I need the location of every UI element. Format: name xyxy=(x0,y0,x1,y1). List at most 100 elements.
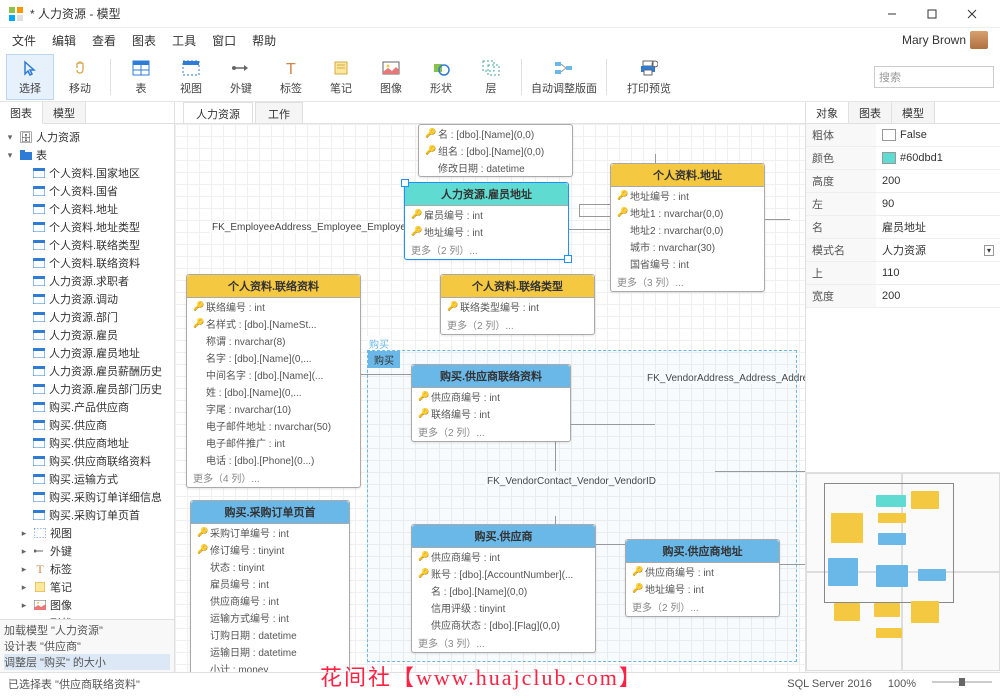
entity-vendor[interactable]: 购买.供应商🔑供应商编号 : int🔑账号 : [dbo].[AccountNu… xyxy=(411,524,596,653)
tree-label[interactable]: ▸T标签 xyxy=(0,560,174,578)
tree-table-item[interactable]: 人力资源.雇员部门历史 xyxy=(0,380,174,398)
tool-select[interactable]: 选择 xyxy=(6,54,54,100)
tree-table-item[interactable]: 购买.采购订单页首 xyxy=(0,506,174,524)
tree-table-item[interactable]: 个人资料.地址类型 xyxy=(0,218,174,236)
tree-table-item[interactable]: 购买.产品供应商 xyxy=(0,398,174,416)
tool-fk[interactable]: 外键 xyxy=(217,54,265,100)
property-value[interactable]: #60dbd1 xyxy=(876,147,1000,169)
entity-contact[interactable]: 个人资料.联络资料🔑联络编号 : int🔑名样式 : [dbo].[NameSt… xyxy=(186,274,361,488)
tree-table-item[interactable]: 个人资料.地址 xyxy=(0,200,174,218)
entity-more[interactable]: 更多（3 列）... xyxy=(611,272,764,291)
property-value[interactable]: False xyxy=(876,124,1000,146)
tool-image[interactable]: 图像 xyxy=(367,54,415,100)
canvas-tab-hr[interactable]: 人力资源 xyxy=(183,102,253,123)
entity-more[interactable]: 更多（2 列）... xyxy=(405,240,568,259)
rpanel-tab-model[interactable]: 模型 xyxy=(892,102,935,123)
tree-table-item[interactable]: 购买.采购订单详细信息 xyxy=(0,488,174,506)
menu-help[interactable]: 帮助 xyxy=(244,29,284,52)
tool-move[interactable]: 移动 xyxy=(56,54,104,100)
entity-column: 电话 : [dbo].[Phone](0...) xyxy=(187,451,360,468)
property-value[interactable]: 雇员地址 xyxy=(876,216,1000,238)
entity-more[interactable]: 更多（2 列）... xyxy=(412,422,570,441)
close-button[interactable] xyxy=(952,0,992,28)
tree-table-item[interactable]: 人力资源.部门 xyxy=(0,308,174,326)
tool-shape[interactable]: 形状 xyxy=(417,54,465,100)
entity-employee-address[interactable]: 人力资源.雇员地址🔑雇员编号 : int🔑地址编号 : int更多（2 列）..… xyxy=(404,182,569,260)
property-value[interactable]: 90 xyxy=(876,193,1000,215)
menu-file[interactable]: 文件 xyxy=(4,29,44,52)
property-row[interactable]: 高度200 xyxy=(806,170,1000,193)
tree-note[interactable]: ▸笔记 xyxy=(0,578,174,596)
entity-contact-type[interactable]: 个人资料.联络类型🔑联络类型编号 : int更多（2 列）... xyxy=(440,274,595,335)
property-row[interactable]: 名雇员地址 xyxy=(806,216,1000,239)
tree-table-item[interactable]: 人力资源.求职者 xyxy=(0,272,174,290)
tree-table-item[interactable]: 个人资料.联络资料 xyxy=(0,254,174,272)
tree-view[interactable]: ▸视图 xyxy=(0,524,174,542)
rpanel-tab-object[interactable]: 对象 xyxy=(806,102,849,123)
sidebar-tab-model[interactable]: 模型 xyxy=(43,102,86,123)
tool-print-preview[interactable]: 打印预览 xyxy=(613,54,685,100)
label-icon: T xyxy=(33,563,47,575)
tree[interactable]: ▾🗄人力资源 ▾表 个人资料.国家地区个人资料.国省个人资料.地址个人资料.地址… xyxy=(0,124,174,619)
titlebar: * 人力资源 - 模型 xyxy=(0,0,1000,28)
tree-table-item[interactable]: 个人资料.联络类型 xyxy=(0,236,174,254)
minimap[interactable] xyxy=(806,472,1000,672)
entity-address[interactable]: 个人资料.地址🔑地址编号 : int🔑地址1 : nvarchar(0,0)地址… xyxy=(610,163,765,292)
property-value[interactable]: 110 xyxy=(876,262,1000,284)
entity-po-header[interactable]: 购买.采购订单页首🔑采购订单编号 : int🔑修订编号 : tinyint状态 … xyxy=(190,500,350,672)
property-row[interactable]: 上110 xyxy=(806,262,1000,285)
tree-table-item[interactable]: 人力资源.雇员薪酬历史 xyxy=(0,362,174,380)
property-row[interactable]: 粗体False xyxy=(806,124,1000,147)
entity-column: 🔑地址编号 : int xyxy=(626,580,779,597)
canvas[interactable]: FK_EmployeeAddress_Employee_EmployeeID 购… xyxy=(175,124,805,672)
menu-tools[interactable]: 工具 xyxy=(164,29,204,52)
property-row[interactable]: 左90 xyxy=(806,193,1000,216)
property-row[interactable]: 模式名人力资源▾ xyxy=(806,239,1000,262)
tool-view[interactable]: 视图 xyxy=(167,54,215,100)
tree-table-item[interactable]: 购买.供应商联络资料 xyxy=(0,452,174,470)
tree-fk[interactable]: ▸外键 xyxy=(0,542,174,560)
tree-table-item[interactable]: 购买.运输方式 xyxy=(0,470,174,488)
property-value[interactable]: 人力资源▾ xyxy=(876,239,1000,261)
canvas-tab-work[interactable]: 工作 xyxy=(255,102,303,123)
sidebar-tab-diagram[interactable]: 图表 xyxy=(0,102,43,124)
menu-view[interactable]: 查看 xyxy=(84,29,124,52)
tree-table-item[interactable]: 个人资料.国家地区 xyxy=(0,164,174,182)
entity-more[interactable]: 更多（2 列）... xyxy=(441,315,594,334)
search-input[interactable]: 搜索 xyxy=(874,66,994,88)
user-chip[interactable]: Mary Brown xyxy=(902,31,996,49)
tool-label[interactable]: T标签 xyxy=(267,54,315,100)
tree-table-item[interactable]: 人力资源.雇员地址 xyxy=(0,344,174,362)
tree-root[interactable]: ▾🗄人力资源 xyxy=(0,128,174,146)
entity[interactable]: 🔑名 : [dbo].[Name](0,0)🔑组名 : [dbo].[Name]… xyxy=(418,124,573,177)
entity-vendor-contact[interactable]: 购买.供应商联络资料🔑供应商编号 : int🔑联络编号 : int更多（2 列）… xyxy=(411,364,571,442)
zoom-slider[interactable] xyxy=(932,676,992,691)
tool-note[interactable]: 笔记 xyxy=(317,54,365,100)
menu-edit[interactable]: 编辑 xyxy=(44,29,84,52)
tool-table[interactable]: 表 xyxy=(117,54,165,100)
menu-window[interactable]: 窗口 xyxy=(204,29,244,52)
tree-table-item[interactable]: 个人资料.国省 xyxy=(0,182,174,200)
maximize-button[interactable] xyxy=(912,0,952,28)
property-row[interactable]: 宽度200 xyxy=(806,285,1000,308)
property-value[interactable]: 200 xyxy=(876,285,1000,307)
menu-diagram[interactable]: 图表 xyxy=(124,29,164,52)
entity-more[interactable]: 更多（3 列）... xyxy=(412,633,595,652)
property-row[interactable]: 颜色#60dbd1 xyxy=(806,147,1000,170)
entity-more[interactable]: 更多（4 列）... xyxy=(187,468,360,487)
tree-table-item[interactable]: 人力资源.雇员 xyxy=(0,326,174,344)
entity-more[interactable]: 更多（2 列）... xyxy=(626,597,779,616)
tool-auto-layout[interactable]: 自动调整版面 xyxy=(528,54,600,100)
property-value[interactable]: 200 xyxy=(876,170,1000,192)
tree-table-item[interactable]: 购买.供应商 xyxy=(0,416,174,434)
tree-tables-folder[interactable]: ▾表 xyxy=(0,146,174,164)
tree-table-item[interactable]: 人力资源.调动 xyxy=(0,290,174,308)
tree-image[interactable]: ▸图像 xyxy=(0,596,174,614)
minimize-button[interactable] xyxy=(872,0,912,28)
tool-layer[interactable]: 层 xyxy=(467,54,515,100)
entity-vendor-address[interactable]: 购买.供应商地址🔑供应商编号 : int🔑地址编号 : int更多（2 列）..… xyxy=(625,539,780,617)
table-icon xyxy=(32,347,46,359)
tree-table-item[interactable]: 购买.供应商地址 xyxy=(0,434,174,452)
entity-column: 🔑联络类型编号 : int xyxy=(441,298,594,315)
rpanel-tab-diagram[interactable]: 图表 xyxy=(849,102,892,123)
